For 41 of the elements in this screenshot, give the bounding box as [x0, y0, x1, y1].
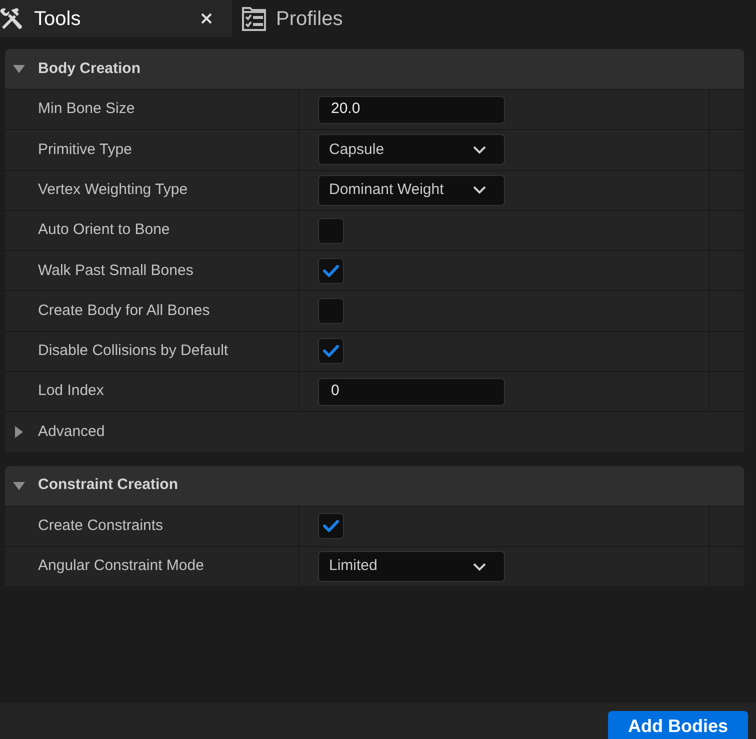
property-label: Walk Past Small Bones: [38, 260, 194, 281]
chevron-down-icon: [473, 562, 486, 571]
property-label: Disable Collisions by Default: [38, 341, 228, 362]
hammer-wrench-icon: [0, 6, 24, 30]
property-label: Angular Constraint Mode: [38, 556, 204, 576]
collapsed-triangle-icon: [13, 426, 25, 438]
chevron-down-icon: [473, 146, 486, 154]
dropdown[interactable]: Limited: [318, 551, 505, 582]
checkmark-icon: [323, 345, 339, 358]
tab[interactable]: Profiles: [232, 0, 355, 37]
dropdown[interactable]: Capsule: [318, 134, 505, 166]
expanded-triangle-icon: [13, 63, 25, 75]
section-header[interactable]: Constraint Creation: [5, 466, 744, 506]
checkmark-icon: [323, 520, 339, 532]
group-label: Advanced: [38, 422, 105, 442]
checkbox[interactable]: [318, 218, 344, 244]
checkbox[interactable]: [318, 513, 344, 540]
add-bodies-button[interactable]: Add Bodies: [608, 711, 748, 739]
checklist-icon: [242, 6, 266, 30]
advanced-group-row[interactable]: Advanced: [5, 411, 744, 452]
checkmark-icon: [323, 264, 339, 277]
tab[interactable]: Tools: [0, 0, 232, 37]
number-field[interactable]: 20.0: [318, 96, 505, 124]
checkbox[interactable]: [318, 258, 344, 284]
chevron-down-icon: [473, 186, 486, 194]
expanded-triangle-icon: [13, 480, 25, 492]
property-label: Auto Orient to Bone: [38, 220, 170, 240]
close-icon[interactable]: [201, 13, 212, 24]
property-label: Create Body for All Bones: [38, 300, 210, 321]
section-title: Constraint Creation: [38, 475, 178, 496]
number-field[interactable]: 0: [318, 378, 505, 406]
property-label: Vertex Weighting Type: [38, 180, 188, 200]
property-label: Primitive Type: [38, 140, 132, 160]
checkbox[interactable]: [318, 338, 344, 364]
property-label: Create Constraints: [38, 516, 164, 536]
checkbox[interactable]: [318, 298, 344, 324]
property-label: Min Bone Size: [38, 99, 135, 120]
dropdown[interactable]: Dominant Weight: [318, 174, 505, 206]
section-header[interactable]: Body Creation: [5, 49, 744, 89]
section-title: Body Creation: [38, 58, 141, 79]
property-label: Lod Index: [38, 381, 104, 402]
